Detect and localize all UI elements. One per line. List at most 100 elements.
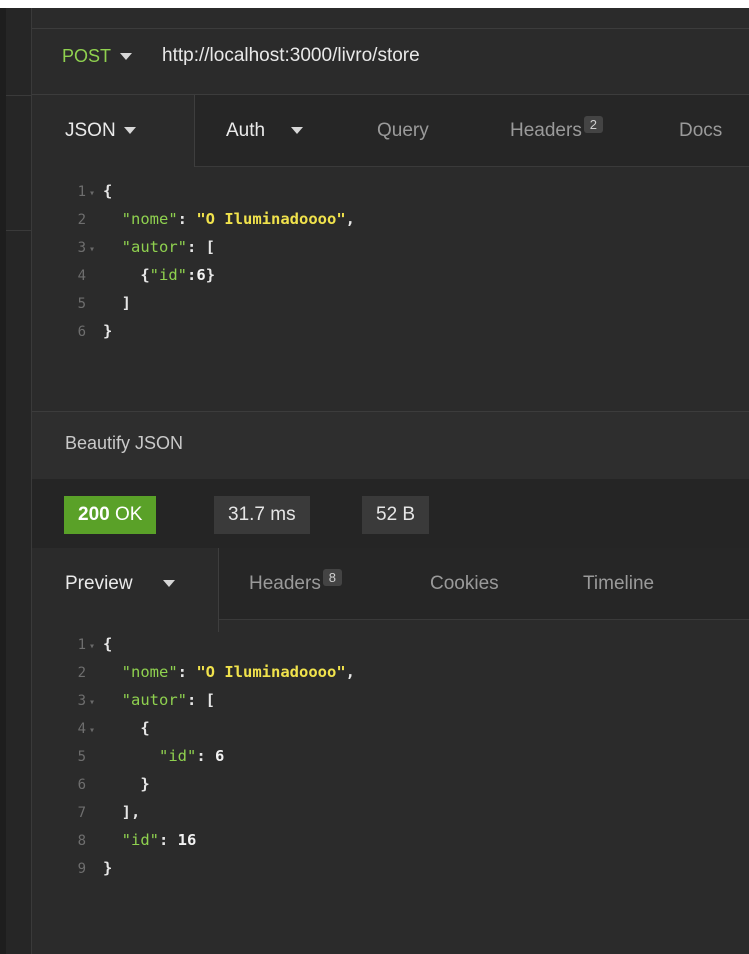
brace: { [140,266,150,284]
headers-count-badge: 8 [322,569,342,586]
caret-down-icon [124,127,136,134]
line-number: 5 [77,296,86,312]
colon: : [187,266,197,284]
tab-underline [219,619,749,620]
tab-response-headers[interactable]: Headers 8 [249,548,342,620]
headers-count-badge: 2 [583,116,603,133]
comma: , [345,210,355,228]
json-punctuation: } [103,859,113,877]
code-line: 7 ], [32,800,141,827]
method-select[interactable]: POST [62,46,111,67]
line-number: 5 [77,749,86,765]
tab-label: Headers [249,573,321,594]
json-key: "id" [149,266,187,284]
code-line: 4 ▾ { [32,716,150,740]
json-key: "id" [121,831,159,849]
request-body-editor[interactable]: 1 ▾{2 "nome": "O Iluminadoooo", 3 ▾ "autor"… [32,179,749,409]
code-line: 5 ] [32,291,131,315]
url-input[interactable]: http://localhost:3000/livro/store [162,45,420,67]
response-time-badge: 31.7 ms [214,496,310,534]
tab-query[interactable]: Query [377,95,429,167]
json-punctuation: } [103,322,113,340]
line-number: 3 [77,240,86,256]
tab-cookies[interactable]: Cookies [430,548,499,620]
line-number: 6 [77,324,86,340]
fold-arrow-icon: ▾ [89,697,96,708]
status-code: 200 [78,504,110,525]
separator [32,411,749,412]
tab-headers[interactable]: Headers 2 [510,95,603,167]
json-key: "autor" [121,691,187,709]
fold-arrow-icon: ▾ [89,641,96,652]
tab-label: JSON [65,120,116,141]
line-number: 7 [77,805,86,821]
tab-preview[interactable]: Preview [32,548,218,620]
url-bar: POST http://localhost:3000/livro/store [32,28,749,95]
code-line: 6 } [32,772,150,796]
line-number: 1 [77,637,86,653]
line-number: 6 [77,777,86,793]
json-value: [ [205,238,216,256]
fold-arrow-icon: ▾ [89,188,96,199]
json-punctuation: { [140,719,150,737]
caret-down-icon[interactable] [120,53,132,60]
status-text: OK [114,504,143,525]
code-line: 5 "id": 6 [32,744,225,768]
json-key: "nome" [121,210,178,228]
code-line: 2 "nome": "O Iluminadoooo", [32,207,355,231]
fold-arrow-icon: ▾ [89,725,96,736]
line-number: 8 [77,833,86,849]
tab-body-json[interactable]: JSON [32,95,194,167]
line-number: 2 [77,212,86,228]
json-key: "id" [159,747,197,765]
sidebar-pane[interactable] [6,8,32,954]
tab-timeline[interactable]: Timeline [583,548,654,620]
tab-docs[interactable]: Docs [679,95,722,167]
code-line: 8 "id": 16 [32,828,197,855]
caret-down-icon [163,580,175,587]
json-punctuation: { [103,182,113,200]
json-punctuation: ], [121,803,141,821]
colon: : [196,747,215,765]
beautify-json-button[interactable]: Beautify JSON [65,433,183,454]
code-line: 9 } [32,856,113,883]
code-line: 1 ▾ { [32,179,113,203]
json-key: "nome" [121,663,178,681]
json-punctuation: ] [121,294,132,312]
colon: : [177,663,197,681]
tab-label: Preview [65,573,133,594]
code-line: 1 ▾ { [32,632,113,656]
response-body-viewer[interactable]: 1 ▾{2 "nome": "O Iluminadoooo", 3 ▾ "autor"… [32,632,749,932]
json-value: "O Iluminadoooo" [196,210,346,228]
json-value: 6 [196,266,206,284]
request-panel: POST http://localhost:3000/livro/store J… [32,8,749,954]
json-key: "autor" [121,238,187,256]
code-line: 3 ▾ "autor": [ [32,235,215,259]
window-top-edge [0,0,749,8]
code-line: 6 } [32,319,113,346]
line-number: 2 [77,665,86,681]
colon: : [187,238,206,256]
sidebar-divider [6,95,31,96]
line-number: 3 [77,693,86,709]
json-punctuation: } [140,775,150,793]
line-number: 4 [77,268,86,284]
tab-auth[interactable]: Auth [195,95,749,167]
caret-down-icon [291,127,303,134]
status-badge: 200 OK [64,496,157,534]
